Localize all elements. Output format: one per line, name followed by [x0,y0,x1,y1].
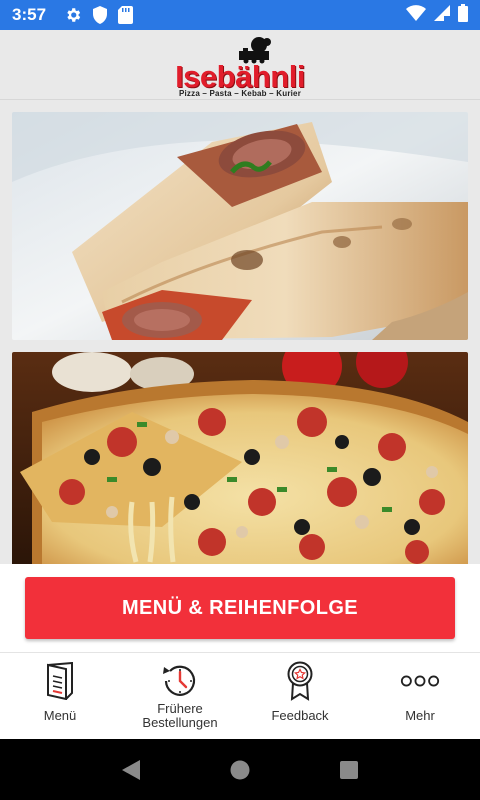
logo-tagline: Pizza – Pasta – Kebab – Kurier [178,88,302,98]
pizza-image [12,352,468,564]
menu-order-button[interactable]: MENÜ & REIHENFOLGE [25,577,455,639]
recents-icon[interactable] [329,750,369,790]
cta-area: MENÜ & REIHENFOLGE [0,564,480,652]
logo-text: Isebähnli [175,58,305,94]
nav-label-menu: Menü [43,708,77,723]
nav-label-more: Mehr [405,708,435,723]
shield-icon [92,6,108,24]
history-icon [160,659,200,703]
settings-icon [64,6,82,24]
award-badge-icon [280,659,320,703]
android-nav-bar [0,739,480,800]
nav-item-menu[interactable]: Menü [0,653,120,740]
app-logo: Isebähnli Pizza – Pasta – Kebab – Kurier [155,33,325,98]
back-icon[interactable] [111,750,151,790]
bottom-nav: Menü Frühere Bestellungen Feedback Mehr [0,652,480,739]
more-dots-icon [400,659,440,703]
nav-item-feedback[interactable]: Feedback [240,653,360,740]
home-icon[interactable] [220,750,260,790]
nav-item-more[interactable]: Mehr [360,653,480,740]
nav-label-feedback: Feedback [271,708,329,723]
content-area[interactable] [0,100,480,564]
kebab-wrap-image [12,112,468,340]
signal-icon [434,4,450,26]
sd-card-icon [118,6,134,24]
status-time: 3:57 [12,5,47,24]
battery-icon [458,3,468,27]
nav-label-orders: Frühere Bestellungen [142,701,218,730]
wifi-icon [406,4,426,26]
menu-book-icon [40,659,80,703]
nav-item-orders[interactable]: Frühere Bestellungen [120,653,240,740]
app-header: Isebähnli Pizza – Pasta – Kebab – Kurier [0,30,480,100]
status-bar: 3:57 [0,0,480,30]
